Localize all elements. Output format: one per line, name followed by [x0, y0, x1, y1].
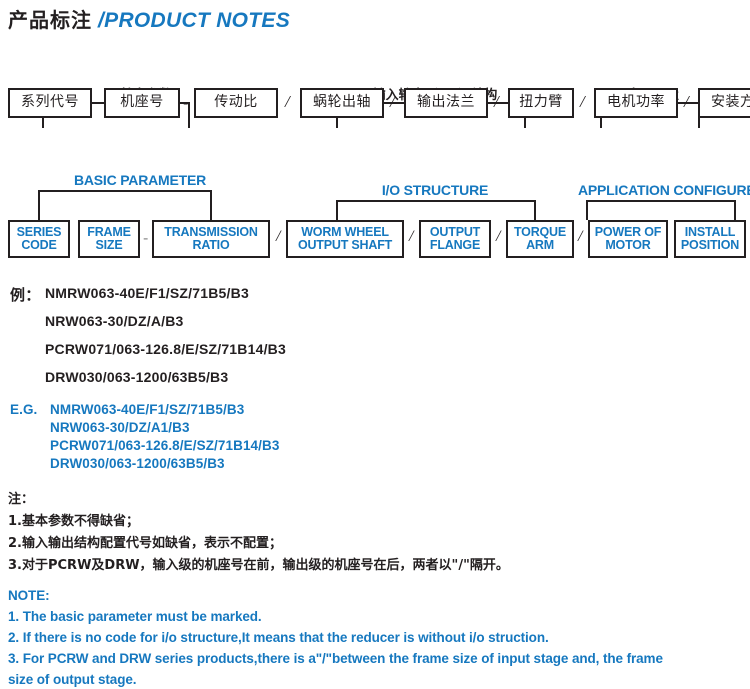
en-box-worm-wheel-output-shaft-line2: OUTPUT SHAFT	[297, 238, 393, 252]
en-box-frame-size: FRAME SIZE	[78, 220, 140, 258]
en-box-power-of-motor-line2: MOTOR	[605, 238, 651, 252]
cn-box-install-position: 安装方式	[698, 88, 750, 118]
example-chinese-line-1: NMRW063-40E/F1/SZ/71B5/B3	[45, 285, 249, 301]
example-chinese-line-4: DRW030/063-1200/63B5/B3	[45, 369, 229, 385]
note-chinese-item-2: 2.输入输出结构配置代号如缺省，表示不配置；	[8, 536, 282, 551]
en-box-torque-arm: TORQUE ARM	[506, 220, 574, 258]
cn-box-torque-arm: 扭力臂	[508, 88, 574, 118]
en-box-series-code: SERIES CODE	[8, 220, 70, 258]
en-box-transmission-ratio: TRANSMISSION RATIO	[152, 220, 270, 258]
en-box-transmission-ratio-line2: RATIO	[192, 238, 230, 252]
en-box-install-position-line2: POSITION	[680, 238, 740, 252]
example-english-line-1: NMRW063-40E/F1/SZ/71B5/B3	[50, 402, 245, 417]
example-chinese-line-3: PCRW071/063-126.8/E/SZ/71B14/B3	[45, 341, 286, 357]
en-box-output-flange-line1: OUTPUT	[429, 224, 481, 239]
cn-separator-slash-2: /	[390, 92, 395, 111]
en-box-output-flange: OUTPUT FLANGE	[419, 220, 491, 258]
examples-chinese-lead: 例：	[10, 287, 41, 304]
note-english-item-3-continuation: size of output stage.	[8, 672, 137, 687]
en-separator-slash-2: /	[409, 228, 414, 245]
cn-box-frame-size: 机座号	[104, 88, 180, 118]
example-english-line-4: DRW030/063-1200/63B5/B3	[50, 456, 225, 471]
en-box-install-position: INSTALL POSITION	[674, 220, 746, 258]
examples-english-lead: E.G.	[10, 402, 38, 417]
en-box-torque-arm-line1: TORQUE	[513, 224, 567, 239]
cn-box-series-code: 系列代号	[8, 88, 92, 118]
page-title-english: /PRODUCT NOTES	[98, 9, 291, 32]
notes-chinese-heading: 注：	[8, 492, 35, 507]
en-group-label-application-configure: APPLICATION CONFIGURE	[578, 182, 750, 198]
en-box-install-position-line1: INSTALL	[684, 224, 736, 239]
notes-chinese: 注： 1.基本参数不得缺省； 2.输入输出结构配置代号如缺省，表示不配置； 3.…	[0, 488, 750, 573]
cn-separator-slash-5: /	[684, 92, 689, 111]
example-chinese-line-2: NRW063-30/DZ/A/B3	[45, 313, 184, 329]
note-english-item-3: 3. For PCRW and DRW series products,ther…	[8, 651, 663, 666]
cn-separator-slash-1: /	[285, 92, 290, 111]
en-separator-slash-1: /	[276, 228, 281, 245]
en-separator-dash: -	[143, 230, 149, 247]
en-box-frame-size-line1: FRAME	[87, 224, 131, 239]
en-box-power-of-motor: POWER OF MOTOR	[588, 220, 668, 258]
cn-box-output-flange: 输出法兰	[404, 88, 488, 118]
english-nomenclature-diagram: BASIC PARAMETER I/O STRUCTURE APPLICATIO…	[0, 168, 750, 268]
cn-separator-dash: -	[183, 95, 189, 112]
note-english-item-1: 1. The basic parameter must be marked.	[8, 609, 262, 624]
cn-separator-slash-4: /	[580, 92, 585, 111]
en-box-power-of-motor-line1: POWER OF	[594, 224, 662, 239]
page-title: 产品标注 /PRODUCT NOTES	[8, 4, 290, 33]
en-separator-slash-3: /	[496, 228, 501, 245]
cn-box-transmission-ratio: 传动比	[194, 88, 278, 118]
cn-box-power-of-motor: 电机功率	[594, 88, 678, 118]
note-chinese-item-3: 3.对于PCRW及DRW，输入级的机座号在前，输出级的机座号在后，两者以"/"隔…	[8, 558, 509, 573]
example-english-line-3: PCRW071/063-126.8/E/SZ/71B14/B3	[50, 438, 280, 453]
notes-english-heading: NOTE:	[8, 588, 50, 603]
en-box-series-code-line2: CODE	[21, 238, 57, 252]
en-bracket-basic-parameter	[38, 190, 212, 220]
cn-box-worm-wheel-output-shaft: 蜗轮出轴	[300, 88, 384, 118]
cn-separator-slash-3: /	[494, 92, 499, 111]
examples-english: E.G. NMRW063-40E/F1/SZ/71B5/B3 NRW063-30…	[0, 402, 750, 482]
en-box-transmission-ratio-line1: TRANSMISSION	[164, 224, 258, 239]
en-group-label-basic-parameter: BASIC PARAMETER	[73, 172, 207, 188]
note-english-item-2: 2. If there is no code for i/o structure…	[8, 630, 549, 645]
en-box-series-code-line1: SERIES	[16, 224, 62, 239]
en-bracket-io-structure	[336, 200, 536, 220]
en-separator-slash-4: /	[578, 228, 583, 245]
note-chinese-item-1: 1.基本参数不得缺省；	[8, 514, 139, 529]
en-box-worm-wheel-output-shaft-line1: WORM WHEEL	[301, 224, 389, 239]
notes-english: NOTE: 1. The basic parameter must be mar…	[0, 588, 750, 687]
chinese-nomenclature-diagram: 基本参数 输入输出（I/O）结构 应用配置 系列代号 机座号 - 传动比 / 蜗…	[0, 40, 750, 130]
page-title-chinese: 产品标注	[8, 8, 92, 32]
en-box-torque-arm-line2: ARM	[526, 238, 554, 252]
en-box-worm-wheel-output-shaft: WORM WHEEL OUTPUT SHAFT	[286, 220, 404, 258]
example-english-line-2: NRW063-30/DZ/A1/B3	[50, 420, 190, 435]
en-bracket-application-configure	[586, 200, 736, 220]
en-group-label-io-structure: I/O STRUCTURE	[381, 182, 489, 198]
en-box-frame-size-line2: SIZE	[95, 238, 123, 252]
examples-chinese: 例： NMRW063-40E/F1/SZ/71B5/B3 NRW063-30/D…	[0, 284, 750, 394]
en-box-output-flange-line2: FLANGE	[429, 238, 481, 252]
